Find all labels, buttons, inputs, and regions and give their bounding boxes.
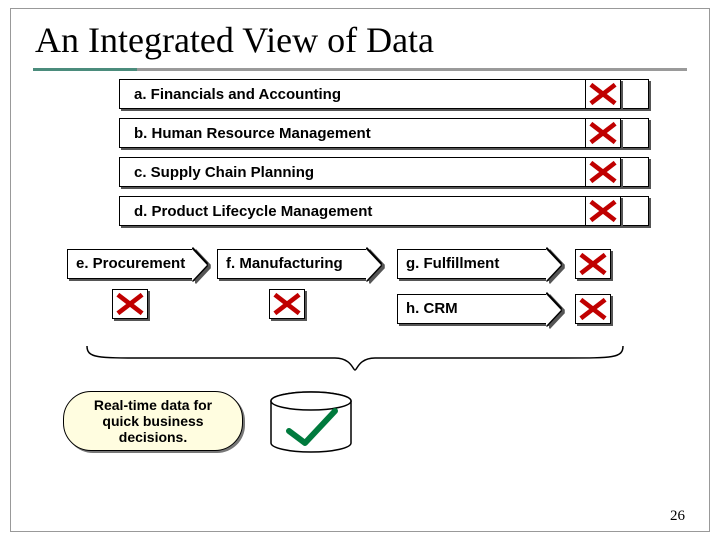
slide-title: An Integrated View of Data — [11, 9, 709, 61]
curly-bracket — [85, 344, 625, 372]
bar-g: g. Fulfillment — [397, 249, 547, 279]
bar-e: e. Procurement — [67, 249, 193, 279]
x-icon — [269, 289, 305, 319]
row-a: a. Financials and Accounting — [11, 79, 709, 109]
slide-frame: An Integrated View of Data a. Financials… — [10, 8, 710, 532]
x-icon — [575, 294, 611, 324]
row-b: b. Human Resource Management — [11, 118, 709, 148]
x-icon — [585, 79, 621, 109]
bar-d: d. Product Lifecycle Management — [119, 196, 649, 226]
x-icon — [575, 249, 611, 279]
row-d: d. Product Lifecycle Management — [11, 196, 709, 226]
x-icon — [585, 157, 621, 187]
bar-h: h. CRM — [397, 294, 547, 324]
diagram: a. Financials and Accounting b. Human Re… — [11, 79, 709, 235]
bottom-area: Real-time data for quick business decisi… — [11, 391, 709, 471]
row-c: c. Supply Chain Planning — [11, 157, 709, 187]
bar-f: f. Manufacturing — [217, 249, 367, 279]
page-number: 26 — [670, 508, 685, 525]
callout: Real-time data for quick business decisi… — [63, 391, 243, 451]
x-icon — [112, 289, 148, 319]
x-icon — [585, 118, 621, 148]
x-icon — [585, 196, 621, 226]
mid-row: e. Procurement f. Manufacturing g. Fulfi… — [11, 249, 709, 324]
database-icon — [269, 391, 353, 453]
bar-b: b. Human Resource Management — [119, 118, 649, 148]
bar-c: c. Supply Chain Planning — [119, 157, 649, 187]
bar-a: a. Financials and Accounting — [119, 79, 649, 109]
